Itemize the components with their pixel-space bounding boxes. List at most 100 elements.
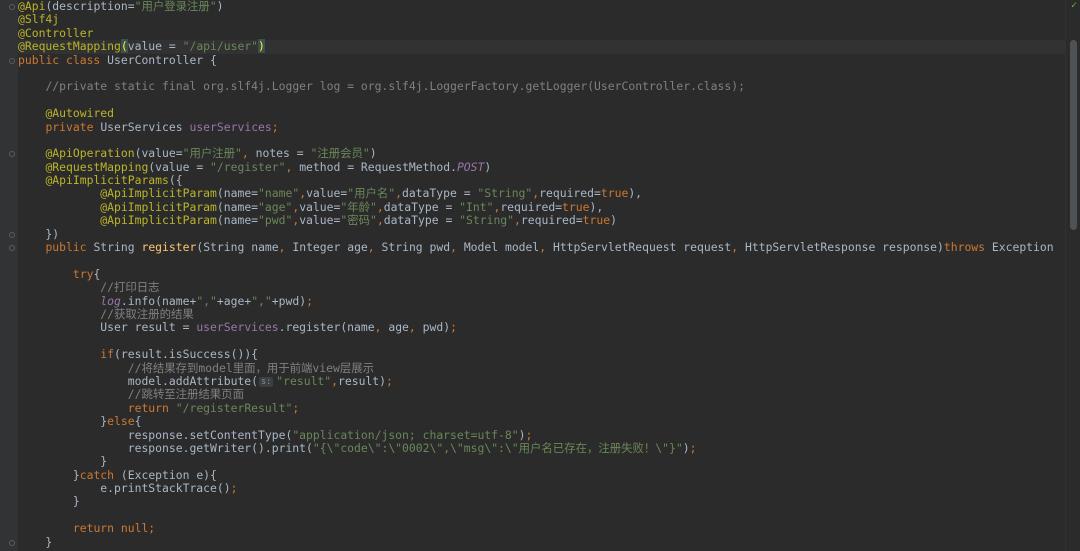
code-line[interactable]: }) (18, 227, 1066, 241)
code-token: @Api (18, 0, 46, 13)
code-token: "name" (258, 186, 300, 201)
parameter-hint: s: (259, 376, 274, 387)
fold-marker-icon[interactable] (9, 245, 15, 252)
code-line[interactable]: @ApiImplicitParam(name="pwd", value="密码",… (18, 214, 1066, 227)
code-token: "{\"code\":\"0002\",\"msg\":\"用户名已存在，注册失… (312, 440, 683, 455)
code-token: model.addAttribute( (18, 373, 259, 388)
code-token: userServices (189, 119, 272, 134)
code-token: pwd) (422, 320, 451, 335)
code-line[interactable]: response.setContentType("application/jso… (18, 428, 1066, 442)
fold-marker-icon[interactable] (9, 231, 15, 238)
code-line[interactable] (18, 254, 1066, 267)
code-token: "/registerResult" (175, 400, 293, 415)
code-line[interactable]: @Slf4j (18, 13, 1066, 26)
code-token: "," (251, 293, 272, 308)
code-line[interactable]: e.printStackTrace(); (18, 481, 1066, 496)
code-line[interactable]: return null; (18, 522, 1066, 535)
code-line[interactable] (18, 94, 1066, 107)
code-token: throws (943, 240, 992, 255)
code-token: ) (484, 159, 492, 174)
code-token: dataType = (383, 199, 460, 214)
code-line[interactable]: @RequestMapping(value = "/api/user") (18, 39, 1066, 54)
code-token: HttpServletResponse response) (745, 240, 944, 255)
code-line[interactable]: if(result.isSuccess()){ (18, 347, 1066, 361)
code-token: POST (456, 159, 485, 174)
code-line[interactable]: @ApiImplicitParams({ (18, 173, 1066, 188)
vertical-scrollbar[interactable]: ✓ (1065, 0, 1080, 551)
code-line[interactable]: //获取注册的结果 (18, 307, 1066, 321)
code-line[interactable]: //private static final org.slf4j.Logger … (18, 80, 1066, 93)
code-line[interactable]: model.addAttribute(s: "result",result); (18, 373, 1066, 388)
code-line[interactable]: return "/registerResult"; (18, 400, 1066, 415)
code-token: "," (196, 293, 217, 308)
code-token: "/api/user" (182, 39, 259, 54)
code-line[interactable] (18, 134, 1066, 147)
code-line[interactable]: } (18, 455, 1066, 468)
code-token: ; (230, 481, 238, 496)
code-token: value = (127, 39, 183, 54)
code-line[interactable]: } (18, 495, 1066, 508)
code-token: //跳转至注册结果页面 (127, 387, 244, 402)
code-token: } (18, 467, 80, 482)
code-token: .info(name+ (120, 293, 197, 308)
code-line[interactable]: @Controller (18, 26, 1066, 40)
code-line[interactable]: } (18, 534, 1066, 549)
code-line[interactable]: //将结果存到model里面，用于前端view层展示 (18, 360, 1066, 375)
fold-marker-icon[interactable] (9, 57, 15, 64)
code-line[interactable]: public String register(String name, Inte… (18, 240, 1066, 255)
code-token: ; (450, 320, 457, 335)
code-token: } (18, 454, 108, 469)
code-line[interactable]: response.getWriter().print("{\"code\":\"… (18, 440, 1066, 455)
code-token: required= (539, 186, 601, 201)
code-token: true (582, 213, 611, 228)
code-line[interactable]: public class UserController { (18, 52, 1066, 67)
code-token: (Exception e){ (120, 467, 217, 482)
code-line[interactable]: private UserServices userServices; (18, 119, 1066, 134)
code-line[interactable] (18, 335, 1066, 348)
fold-marker-icon[interactable] (9, 540, 15, 546)
code-token: ; (689, 440, 697, 455)
code-token: required= (520, 213, 583, 228)
code-line[interactable]: User result = userServices.register(name… (18, 321, 1066, 334)
fold-marker-icon[interactable] (9, 151, 15, 158)
code-token: @ApiImplicitParam (100, 213, 217, 228)
code-area[interactable]: @Api(description="用户登录注册") @Slf4j @Control… (18, 0, 1066, 549)
code-token: UserController { (107, 52, 217, 67)
scrollbar-thumb[interactable] (1070, 40, 1077, 230)
code-token: +age+ (216, 293, 252, 308)
code-line[interactable]: //打印日志 (18, 281, 1066, 294)
editor-gutter[interactable] (0, 0, 18, 551)
code-line[interactable]: }catch (Exception e){ (18, 467, 1066, 482)
code-token: Model model (463, 240, 540, 255)
code-line[interactable]: @Autowired (18, 106, 1066, 120)
fold-marker-icon[interactable] (9, 4, 15, 10)
code-line[interactable]: @ApiImplicitParam(name="age",value="年龄",… (18, 199, 1066, 214)
code-line[interactable]: @ApiImplicitParam(name="name", value="用户名… (18, 187, 1066, 200)
code-token: notes = (255, 146, 311, 161)
code-line[interactable]: log.info(name+","+age+","+pwd); (18, 293, 1066, 308)
code-line[interactable]: }else{ (18, 414, 1066, 428)
code-token: , (285, 159, 300, 174)
code-editor[interactable]: @Api(description="用户登录注册") @Slf4j @Control… (0, 0, 1080, 551)
code-token: (String name (196, 240, 279, 255)
code-line[interactable]: try{ (18, 267, 1066, 281)
code-token: e.printStackTrace() (18, 481, 231, 496)
code-line[interactable]: @Api(description="用户登录注册") (18, 0, 1066, 13)
code-token: "用户登录注册" (134, 0, 217, 13)
code-token: } (18, 534, 53, 549)
code-line[interactable] (18, 67, 1066, 80)
code-token: @ApiImplicitParams (45, 173, 169, 188)
code-line[interactable]: //跳转至注册结果页面 (18, 388, 1066, 401)
code-token: //将结果存到model里面，用于前端view层展示 (127, 360, 375, 375)
code-line[interactable]: @RequestMapping(value = "/register", met… (18, 159, 1066, 174)
code-token: UserServices (100, 119, 190, 134)
code-line[interactable]: @ApiOperation(value="用户注册", notes = "注册会… (18, 147, 1066, 160)
code-line[interactable] (18, 509, 1066, 522)
code-token: public (45, 240, 94, 255)
code-token: @ApiImplicitParam (100, 186, 217, 201)
